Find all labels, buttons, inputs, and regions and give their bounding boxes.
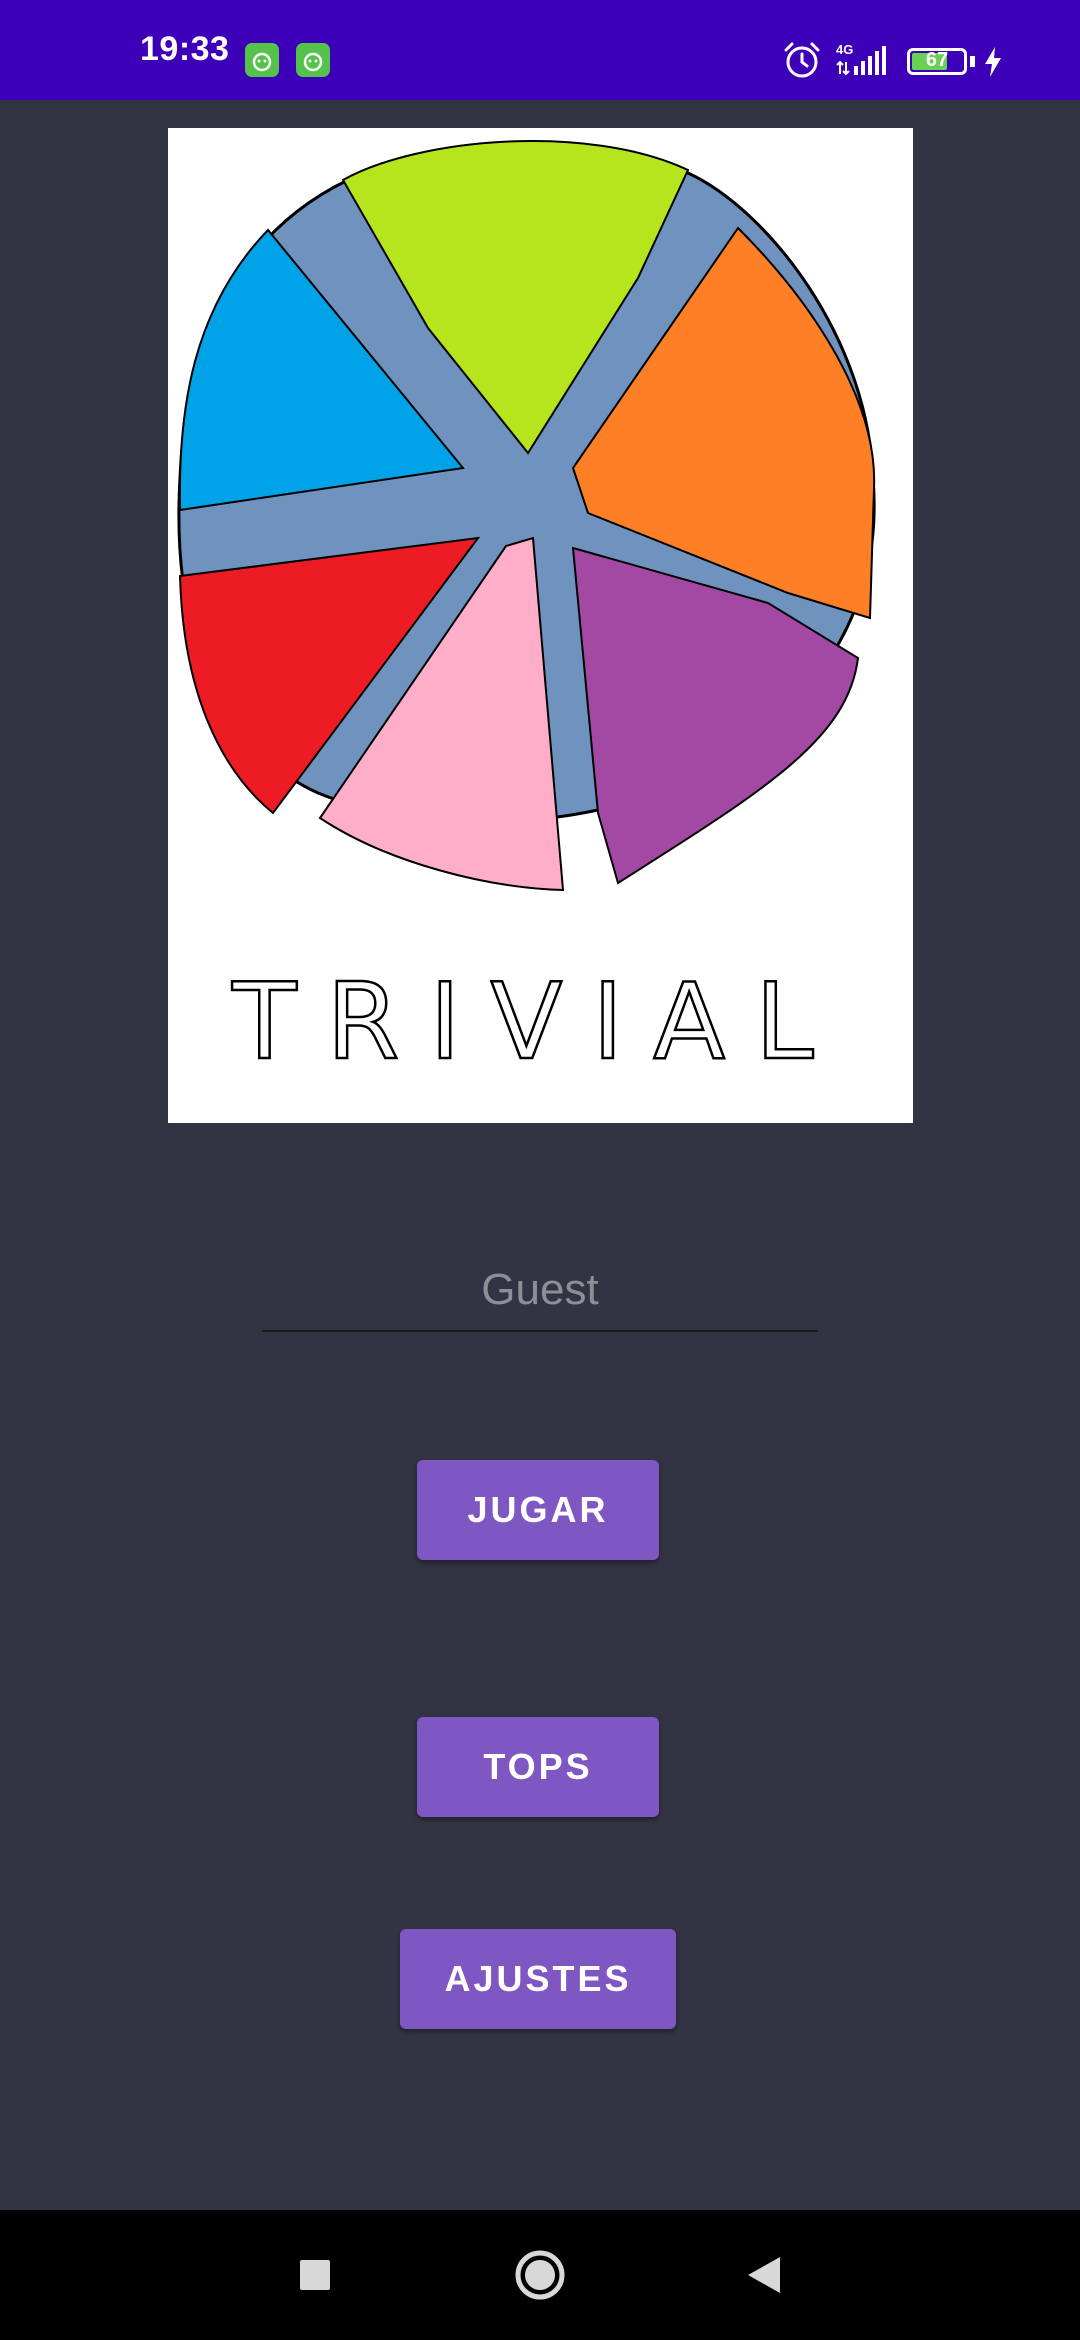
status-time: 19:33 [140,30,230,68]
app-notification-icon [296,43,330,77]
back-triangle-icon [748,2257,780,2293]
signal-icon [836,46,886,76]
trivial-logo-image: TRIVIAL [168,128,913,1123]
home-button[interactable] [500,2210,580,2340]
recents-square-icon [300,2260,330,2290]
tops-button[interactable]: TOPS [417,1717,659,1817]
recents-button[interactable] [285,2210,345,2340]
navigation-bar [0,2210,1080,2340]
trivial-logo-text: TRIVIAL [231,961,843,1083]
battery-level: 67 [925,49,949,71]
charging-icon [985,47,1001,77]
main-screen: 19:33 4G 67 TRIVIAL Guest JUGAR TOPS AJU… [0,0,1080,2340]
trivial-wheel-drawing: TRIVIAL [177,140,876,1084]
app-notification-icon [245,43,279,77]
back-button[interactable] [735,2210,795,2340]
home-circle-icon [515,2250,565,2300]
alarm-icon [784,42,820,78]
system-status-icons: 4G 67 [780,0,1080,100]
status-bar: 19:33 4G 67 [0,0,1080,100]
settings-button[interactable]: AJUSTES [400,1929,676,2029]
battery-icon: 67 [907,48,967,75]
play-button[interactable]: JUGAR [417,1460,659,1560]
battery-nub [970,56,975,67]
player-name-input[interactable] [262,1250,818,1332]
